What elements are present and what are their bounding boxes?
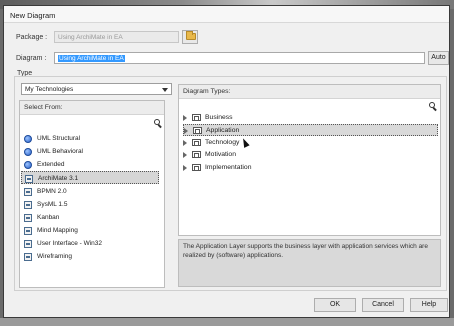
select-from-panel: Select From: UML Structural UML Behavior… xyxy=(19,100,165,288)
technology-icon xyxy=(24,201,32,209)
tree-item-label: Business xyxy=(205,114,233,121)
expand-arrow-icon[interactable] xyxy=(183,140,187,146)
list-item-label: User Interface - Win32 xyxy=(37,240,103,247)
list-item-label: UML Structural xyxy=(37,135,81,142)
folder-icon xyxy=(192,151,201,158)
folder-icon xyxy=(192,139,201,146)
title-bar: New Diagram xyxy=(4,6,449,23)
list-item-uml-behavioral[interactable]: UML Behavioral xyxy=(21,145,159,158)
type-combo[interactable]: My Technologies xyxy=(21,83,172,95)
uml-circle-icon xyxy=(24,161,32,169)
list-item-label: UML Behavioral xyxy=(37,148,84,155)
folder-icon xyxy=(186,31,196,40)
diagram-types-header: Diagram Types: xyxy=(179,85,440,99)
auto-button[interactable]: Auto xyxy=(428,51,449,65)
list-item-label: Wireframing xyxy=(37,253,73,260)
diagram-name-input[interactable]: Using ArchiMate in EA xyxy=(54,52,425,64)
list-item-label: BPMN 2.0 xyxy=(37,188,67,195)
technology-icon xyxy=(24,253,32,261)
expand-arrow-icon[interactable] xyxy=(183,115,187,121)
folder-icon xyxy=(192,114,201,121)
list-item-user-interface[interactable]: User Interface - Win32 xyxy=(21,237,159,250)
cancel-button[interactable]: Cancel xyxy=(362,298,404,312)
list-item-label: ArchiMate 3.1 xyxy=(38,175,79,182)
list-item-bpmn[interactable]: BPMN 2.0 xyxy=(21,185,159,198)
description-box: The Application Layer supports the busin… xyxy=(178,239,441,287)
list-item-uml-structural[interactable]: UML Structural xyxy=(21,132,159,145)
tree-item-business[interactable]: Business xyxy=(183,112,303,124)
uml-circle-icon xyxy=(24,135,32,143)
technology-icon xyxy=(24,214,32,222)
package-field: Using ArchiMate in EA xyxy=(54,31,179,43)
tree-item-application[interactable]: Application xyxy=(183,124,438,136)
ok-button[interactable]: OK xyxy=(314,298,356,312)
diagram-label: Diagram : xyxy=(16,55,47,62)
list-item-label: Mind Mapping xyxy=(37,227,78,234)
new-diagram-dialog: New Diagram Package : Using ArchiMate in… xyxy=(3,5,450,318)
list-item-kanban[interactable]: Kanban xyxy=(21,211,159,224)
uml-circle-icon xyxy=(24,148,32,156)
package-label: Package : xyxy=(16,34,48,41)
dialog-title: New Diagram xyxy=(10,11,56,20)
list-item-archimate[interactable]: ArchiMate 3.1 xyxy=(21,171,159,184)
help-button[interactable]: Help xyxy=(410,298,448,312)
list-item-wireframing[interactable]: Wireframing xyxy=(21,250,159,263)
expand-arrow-icon[interactable] xyxy=(183,152,187,158)
expand-arrow-icon[interactable] xyxy=(184,128,188,134)
list-item-label: Kanban xyxy=(37,214,60,221)
tree-item-implementation[interactable]: Implementation xyxy=(183,162,303,174)
type-combo-value: My Technologies xyxy=(25,86,74,93)
folder-icon xyxy=(193,127,202,134)
technology-icon xyxy=(25,175,33,183)
technology-icon xyxy=(24,227,32,235)
list-item-mind-mapping[interactable]: Mind Mapping xyxy=(21,224,159,237)
chevron-down-icon xyxy=(162,88,168,92)
tree-item-label: Implementation xyxy=(205,164,252,171)
browse-package-button[interactable] xyxy=(182,30,198,44)
list-item-label: SysML 1.5 xyxy=(37,201,68,208)
technology-icon xyxy=(24,240,32,248)
diagram-types-panel: Diagram Types: Business Application Tech… xyxy=(178,84,441,236)
tree-item-label: Motivation xyxy=(205,151,236,158)
search-icon[interactable] xyxy=(429,102,438,111)
tree-item-label: Application xyxy=(206,127,240,134)
list-item-extended[interactable]: Extended xyxy=(21,158,159,171)
list-item-label: Extended xyxy=(37,161,65,168)
technology-icon xyxy=(24,188,32,196)
expand-arrow-icon[interactable] xyxy=(183,165,187,171)
background-window-bottom xyxy=(0,318,454,326)
select-from-header: Select From: xyxy=(20,101,164,115)
tree-item-motivation[interactable]: Motivation xyxy=(183,149,303,161)
tree-item-label: Technology xyxy=(205,139,240,146)
folder-icon xyxy=(192,164,201,171)
search-icon[interactable] xyxy=(154,119,163,128)
diagram-name-value: Using ArchiMate in EA xyxy=(58,55,125,62)
list-item-sysml[interactable]: SysML 1.5 xyxy=(21,198,159,211)
